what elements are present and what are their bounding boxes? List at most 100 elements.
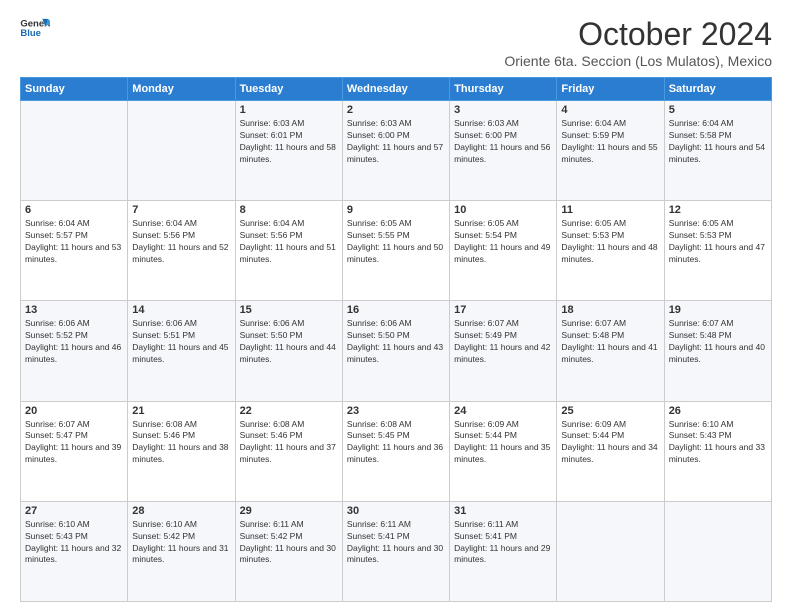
- calendar-cell: 14 Sunrise: 6:06 AMSunset: 5:51 PMDayligh…: [128, 301, 235, 401]
- calendar-cell: 17 Sunrise: 6:07 AMSunset: 5:49 PMDayligh…: [450, 301, 557, 401]
- day-number: 13: [25, 304, 123, 316]
- calendar-cell: 29Sunrise: 6:11 AMSunset: 5:42 PMDayligh…: [235, 501, 342, 601]
- calendar-cell: 10 Sunrise: 6:05 AMSunset: 5:54 PMDayligh…: [450, 201, 557, 301]
- day-number: 29: [240, 505, 338, 517]
- day-info: Sunrise: 6:05 AMSunset: 5:53 PMDaylight:…: [561, 218, 659, 266]
- day-info: Sunrise: 6:04 AMSunset: 5:59 PMDaylight:…: [561, 118, 659, 166]
- day-info: Sunrise: 6:04 AMSunset: 5:56 PMDaylight:…: [240, 218, 338, 266]
- day-info: Sunrise: 6:10 AMSunset: 5:42 PMDaylight:…: [132, 519, 230, 567]
- calendar-cell: 2 Sunrise: 6:03 AMSunset: 6:00 PMDaylight…: [342, 101, 449, 201]
- day-number: 20: [25, 405, 123, 417]
- day-info: Sunrise: 6:08 AMSunset: 5:46 PMDaylight:…: [132, 419, 230, 467]
- calendar-cell: 8 Sunrise: 6:04 AMSunset: 5:56 PMDaylight…: [235, 201, 342, 301]
- day-number: 8: [240, 204, 338, 216]
- title-block: October 2024 Oriente 6ta. Seccion (Los M…: [504, 16, 772, 69]
- main-title: October 2024: [504, 16, 772, 53]
- day-number: 10: [454, 204, 552, 216]
- calendar-table: Sunday Monday Tuesday Wednesday Thursday…: [20, 77, 772, 602]
- calendar-cell: 28Sunrise: 6:10 AMSunset: 5:42 PMDayligh…: [128, 501, 235, 601]
- day-number: 14: [132, 304, 230, 316]
- day-info: Sunrise: 6:09 AMSunset: 5:44 PMDaylight:…: [561, 419, 659, 467]
- day-number: 5: [669, 104, 767, 116]
- day-number: 1: [240, 104, 338, 116]
- col-friday: Friday: [557, 78, 664, 101]
- calendar-week-4: 20 Sunrise: 6:07 AMSunset: 5:47 PMDayligh…: [21, 401, 772, 501]
- day-number: 30: [347, 505, 445, 517]
- day-info: Sunrise: 6:11 AMSunset: 5:41 PMDaylight:…: [454, 519, 552, 567]
- day-number: 31: [454, 505, 552, 517]
- calendar-cell: 4 Sunrise: 6:04 AMSunset: 5:59 PMDaylight…: [557, 101, 664, 201]
- day-info: Sunrise: 6:04 AMSunset: 5:58 PMDaylight:…: [669, 118, 767, 166]
- day-number: 12: [669, 204, 767, 216]
- calendar-cell: 26Sunrise: 6:10 AMSunset: 5:43 PMDayligh…: [664, 401, 771, 501]
- day-info: Sunrise: 6:06 AMSunset: 5:50 PMDaylight:…: [240, 318, 338, 366]
- col-tuesday: Tuesday: [235, 78, 342, 101]
- calendar-cell: 3 Sunrise: 6:03 AMSunset: 6:00 PMDaylight…: [450, 101, 557, 201]
- calendar-cell: 25 Sunrise: 6:09 AMSunset: 5:44 PMDayligh…: [557, 401, 664, 501]
- calendar-cell: 27 Sunrise: 6:10 AMSunset: 5:43 PMDayligh…: [21, 501, 128, 601]
- calendar-cell: 23Sunrise: 6:08 AMSunset: 5:45 PMDayligh…: [342, 401, 449, 501]
- day-info: Sunrise: 6:04 AMSunset: 5:56 PMDaylight:…: [132, 218, 230, 266]
- day-info: Sunrise: 6:03 AMSunset: 6:00 PMDaylight:…: [454, 118, 552, 166]
- day-number: 27: [25, 505, 123, 517]
- day-number: 25: [561, 405, 659, 417]
- calendar-cell: 1 Sunrise: 6:03 AMSunset: 6:01 PMDaylight…: [235, 101, 342, 201]
- col-sunday: Sunday: [21, 78, 128, 101]
- day-number: 4: [561, 104, 659, 116]
- col-saturday: Saturday: [664, 78, 771, 101]
- day-info: Sunrise: 6:04 AMSunset: 5:57 PMDaylight:…: [25, 218, 123, 266]
- calendar-cell: 21Sunrise: 6:08 AMSunset: 5:46 PMDayligh…: [128, 401, 235, 501]
- calendar-week-3: 13 Sunrise: 6:06 AMSunset: 5:52 PMDayligh…: [21, 301, 772, 401]
- subtitle: Oriente 6ta. Seccion (Los Mulatos), Mexi…: [504, 53, 772, 69]
- day-info: Sunrise: 6:07 AMSunset: 5:47 PMDaylight:…: [25, 419, 123, 467]
- logo-icon: General Blue: [20, 16, 50, 38]
- calendar-cell: [128, 101, 235, 201]
- calendar-cell: 19Sunrise: 6:07 AMSunset: 5:48 PMDayligh…: [664, 301, 771, 401]
- day-info: Sunrise: 6:10 AMSunset: 5:43 PMDaylight:…: [25, 519, 123, 567]
- calendar-cell: [21, 101, 128, 201]
- day-info: Sunrise: 6:07 AMSunset: 5:49 PMDaylight:…: [454, 318, 552, 366]
- day-info: Sunrise: 6:03 AMSunset: 6:01 PMDaylight:…: [240, 118, 338, 166]
- col-monday: Monday: [128, 78, 235, 101]
- calendar-cell: 6Sunrise: 6:04 AMSunset: 5:57 PMDaylight…: [21, 201, 128, 301]
- day-number: 9: [347, 204, 445, 216]
- header: General Blue October 2024 Oriente 6ta. S…: [20, 16, 772, 69]
- day-info: Sunrise: 6:05 AMSunset: 5:55 PMDaylight:…: [347, 218, 445, 266]
- day-info: Sunrise: 6:06 AMSunset: 5:50 PMDaylight:…: [347, 318, 445, 366]
- day-info: Sunrise: 6:07 AMSunset: 5:48 PMDaylight:…: [669, 318, 767, 366]
- logo: General Blue: [20, 16, 50, 38]
- calendar-cell: 13 Sunrise: 6:06 AMSunset: 5:52 PMDayligh…: [21, 301, 128, 401]
- day-info: Sunrise: 6:03 AMSunset: 6:00 PMDaylight:…: [347, 118, 445, 166]
- day-number: 3: [454, 104, 552, 116]
- day-info: Sunrise: 6:07 AMSunset: 5:48 PMDaylight:…: [561, 318, 659, 366]
- calendar-cell: 11Sunrise: 6:05 AMSunset: 5:53 PMDayligh…: [557, 201, 664, 301]
- calendar-cell: 31 Sunrise: 6:11 AMSunset: 5:41 PMDayligh…: [450, 501, 557, 601]
- day-info: Sunrise: 6:05 AMSunset: 5:54 PMDaylight:…: [454, 218, 552, 266]
- day-info: Sunrise: 6:08 AMSunset: 5:45 PMDaylight:…: [347, 419, 445, 467]
- svg-text:Blue: Blue: [20, 28, 41, 38]
- day-number: 7: [132, 204, 230, 216]
- day-number: 17: [454, 304, 552, 316]
- day-number: 2: [347, 104, 445, 116]
- calendar-cell: 15Sunrise: 6:06 AMSunset: 5:50 PMDayligh…: [235, 301, 342, 401]
- day-info: Sunrise: 6:11 AMSunset: 5:41 PMDaylight:…: [347, 519, 445, 567]
- day-number: 18: [561, 304, 659, 316]
- day-number: 26: [669, 405, 767, 417]
- day-info: Sunrise: 6:06 AMSunset: 5:51 PMDaylight:…: [132, 318, 230, 366]
- day-number: 22: [240, 405, 338, 417]
- calendar-cell: 12Sunrise: 6:05 AMSunset: 5:53 PMDayligh…: [664, 201, 771, 301]
- calendar-header-row: Sunday Monday Tuesday Wednesday Thursday…: [21, 78, 772, 101]
- calendar-cell: 24Sunrise: 6:09 AMSunset: 5:44 PMDayligh…: [450, 401, 557, 501]
- calendar-cell: 18 Sunrise: 6:07 AMSunset: 5:48 PMDayligh…: [557, 301, 664, 401]
- page: General Blue October 2024 Oriente 6ta. S…: [0, 0, 792, 612]
- calendar-cell: 30 Sunrise: 6:11 AMSunset: 5:41 PMDayligh…: [342, 501, 449, 601]
- calendar-cell: 16Sunrise: 6:06 AMSunset: 5:50 PMDayligh…: [342, 301, 449, 401]
- day-info: Sunrise: 6:06 AMSunset: 5:52 PMDaylight:…: [25, 318, 123, 366]
- col-wednesday: Wednesday: [342, 78, 449, 101]
- calendar-cell: 5 Sunrise: 6:04 AMSunset: 5:58 PMDaylight…: [664, 101, 771, 201]
- calendar-cell: [557, 501, 664, 601]
- calendar-week-2: 6Sunrise: 6:04 AMSunset: 5:57 PMDaylight…: [21, 201, 772, 301]
- calendar-cell: 22 Sunrise: 6:08 AMSunset: 5:46 PMDayligh…: [235, 401, 342, 501]
- day-info: Sunrise: 6:08 AMSunset: 5:46 PMDaylight:…: [240, 419, 338, 467]
- day-info: Sunrise: 6:09 AMSunset: 5:44 PMDaylight:…: [454, 419, 552, 467]
